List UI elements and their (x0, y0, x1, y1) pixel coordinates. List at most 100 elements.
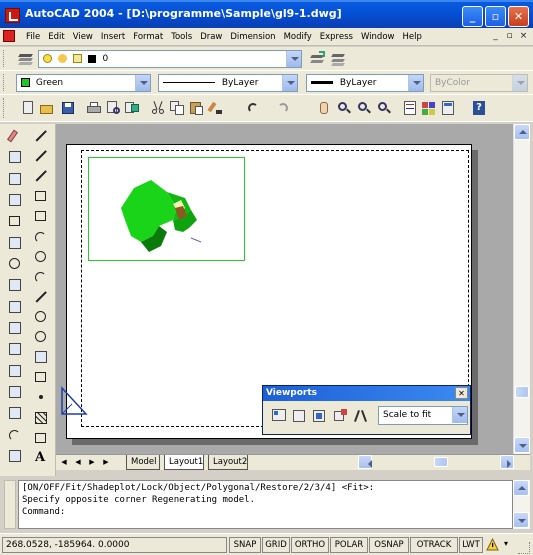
plotstyle-combo[interactable]: ByColor (430, 74, 528, 92)
viewport-scale-combo[interactable]: Scale to fit (378, 406, 468, 425)
viewports-close-button[interactable]: ✕ (455, 387, 468, 399)
menu-help[interactable]: Help (398, 28, 425, 46)
scroll-down-button[interactable] (514, 437, 530, 453)
doc-restore-button[interactable]: ▫ (504, 31, 515, 42)
erase-icon[interactable] (7, 128, 23, 144)
scroll-left-button[interactable] (358, 455, 372, 469)
publish-icon[interactable] (124, 100, 140, 116)
first-tab-button[interactable]: ◀ (58, 457, 70, 468)
menu-file[interactable]: File (22, 28, 44, 46)
communication-center-icon[interactable] (486, 537, 499, 551)
make-current-layer-icon[interactable] (310, 51, 326, 67)
grid-toggle[interactable]: GRID (262, 537, 290, 553)
trim-icon[interactable] (7, 320, 23, 336)
menu-edit[interactable]: Edit (44, 28, 68, 46)
command-scrollbar[interactable] (513, 480, 530, 529)
toolbar-grip[interactable] (3, 98, 6, 118)
tab-layout1[interactable]: Layout1 (164, 455, 204, 470)
display-viewports-dialog-icon[interactable] (271, 408, 287, 424)
chevron-down-icon[interactable] (282, 75, 297, 91)
properties-icon[interactable] (402, 100, 418, 116)
scroll-up-button[interactable] (514, 124, 530, 140)
paste-icon[interactable] (188, 100, 204, 116)
chevron-down-icon[interactable] (135, 75, 150, 91)
polyline-icon[interactable] (33, 168, 49, 184)
open-file-icon[interactable] (39, 100, 55, 116)
redo-icon[interactable] (275, 100, 291, 116)
zoom-previous-icon[interactable] (376, 100, 392, 116)
polar-toggle[interactable]: POLAR (330, 537, 368, 553)
convert-object-to-viewport-icon[interactable] (333, 408, 349, 424)
vertical-scroll-thumb[interactable] (515, 386, 529, 398)
undo-icon[interactable] (245, 100, 261, 116)
multiline-text-icon[interactable]: A (33, 450, 49, 466)
tab-model[interactable]: Model (126, 455, 160, 470)
command-window[interactable]: [ON/OFF/Fit/Shadeplot/Lock/Object/Polygo… (18, 480, 513, 529)
menu-view[interactable]: View (69, 28, 97, 46)
point-icon[interactable] (33, 389, 49, 405)
previous-tab-button[interactable]: ◀ (72, 457, 84, 468)
next-tab-button[interactable]: ▶ (86, 457, 98, 468)
coordinate-display[interactable]: 268.0528, -185964. 0.0000 (2, 537, 227, 553)
menu-draw[interactable]: Draw (196, 28, 226, 46)
menu-window[interactable]: Window (357, 28, 399, 46)
fillet-icon[interactable] (7, 427, 23, 443)
offset-icon[interactable] (7, 192, 23, 208)
chevron-down-icon[interactable] (408, 75, 423, 91)
status-menu-icon[interactable]: ▾ (504, 539, 514, 549)
snap-toggle[interactable]: SNAP (229, 537, 261, 553)
ellipse-arc-icon[interactable] (33, 329, 49, 345)
make-block-icon[interactable] (33, 369, 49, 385)
ortho-toggle[interactable]: ORTHO (291, 537, 329, 553)
zoom-window-icon[interactable] (356, 100, 372, 116)
spline-icon[interactable] (33, 289, 49, 305)
rotate-icon[interactable] (7, 256, 23, 272)
menu-format[interactable]: Format (129, 28, 167, 46)
array-icon[interactable] (7, 213, 23, 229)
rectangle-icon[interactable] (33, 208, 49, 224)
resize-grip-icon[interactable] (518, 542, 530, 554)
linetype-combo[interactable]: ByLayer (158, 74, 298, 92)
layer-previous-icon[interactable] (330, 51, 346, 67)
copy-icon[interactable] (169, 100, 185, 116)
viewports-toolbar[interactable]: Viewports ✕ Scale to fit (262, 385, 471, 435)
toolbar-grip[interactable] (3, 74, 6, 91)
move-icon[interactable] (7, 235, 23, 251)
horizontal-scroll-thumb[interactable] (434, 457, 448, 467)
arc-icon[interactable] (33, 229, 49, 245)
minimize-button[interactable]: _ (462, 6, 483, 27)
match-properties-icon[interactable] (207, 100, 223, 116)
chevron-down-icon[interactable] (452, 407, 467, 423)
osnap-toggle[interactable]: OSNAP (369, 537, 409, 553)
new-file-icon[interactable] (20, 100, 36, 116)
chevron-down-icon[interactable] (286, 51, 301, 67)
doc-close-button[interactable]: × (518, 31, 529, 42)
chamfer-icon[interactable] (7, 405, 23, 421)
save-icon[interactable] (60, 100, 76, 116)
doc-minimize-button[interactable]: _ (490, 31, 501, 42)
polygon-icon[interactable] (33, 188, 49, 204)
menu-tools[interactable]: Tools (167, 28, 196, 46)
single-viewport-icon[interactable] (291, 408, 307, 424)
scale-icon[interactable] (7, 277, 23, 293)
menu-dimension[interactable]: Dimension (226, 28, 279, 46)
stretch-icon[interactable] (7, 299, 23, 315)
plot-preview-icon[interactable] (105, 100, 121, 116)
break-icon[interactable] (7, 384, 23, 400)
copy-icon[interactable] (7, 149, 23, 165)
toolbar-grip[interactable] (3, 50, 6, 67)
zoom-realtime-icon[interactable] (336, 100, 352, 116)
layer-properties-icon[interactable] (18, 51, 34, 67)
document-icon[interactable] (3, 30, 15, 42)
extend-icon[interactable] (7, 341, 23, 357)
ellipse-icon[interactable] (33, 309, 49, 325)
otrack-toggle[interactable]: OTRACK (410, 537, 458, 553)
menu-insert[interactable]: Insert (97, 28, 129, 46)
command-scroll-down-button[interactable] (513, 512, 529, 528)
chevron-down-icon[interactable] (512, 75, 527, 91)
lineweight-combo[interactable]: ByLayer (306, 74, 424, 92)
tool-palettes-icon[interactable] (440, 100, 456, 116)
viewports-title[interactable]: Viewports ✕ (263, 386, 470, 401)
explode-icon[interactable] (7, 448, 23, 464)
command-scroll-up-button[interactable] (513, 480, 529, 496)
